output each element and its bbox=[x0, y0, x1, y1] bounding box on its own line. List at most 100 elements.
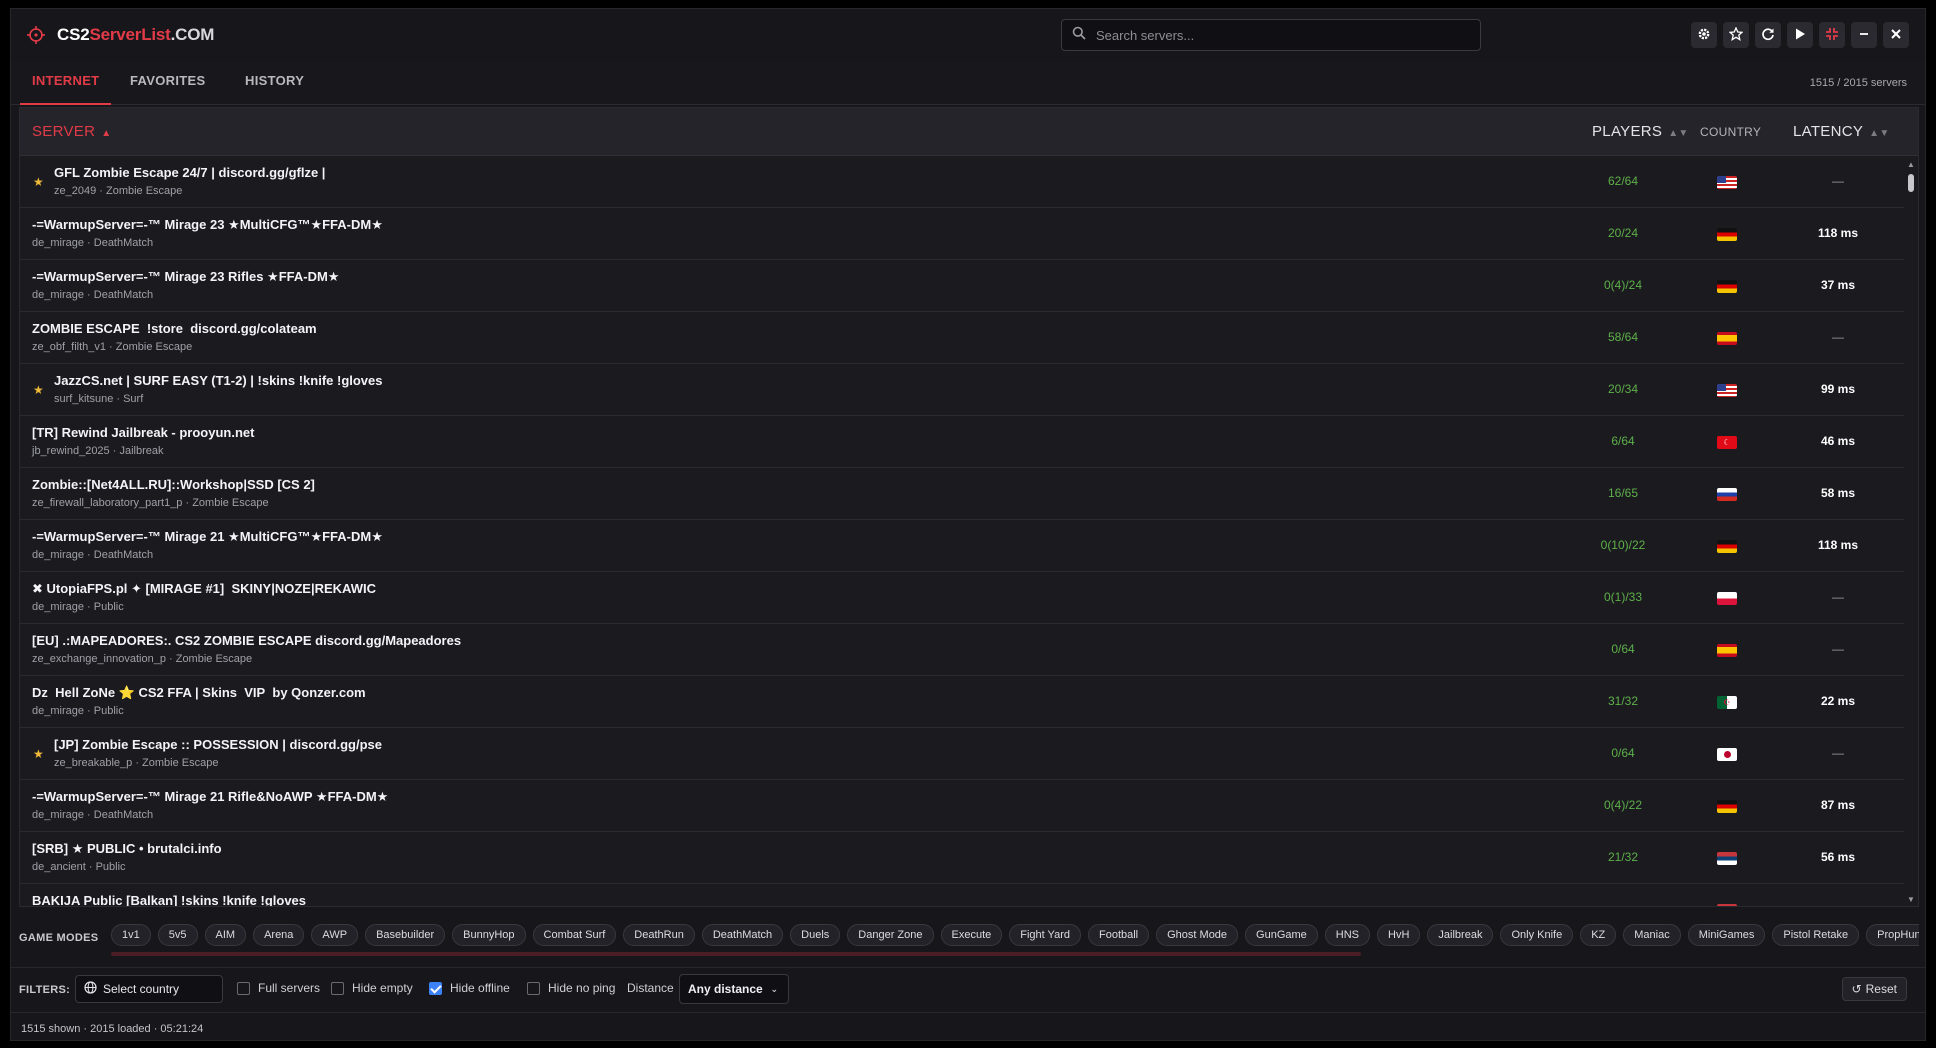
minimize-button[interactable] bbox=[1851, 22, 1877, 48]
game-mode-chip[interactable]: DeathMatch bbox=[701, 924, 784, 946]
latency-value: — bbox=[1832, 590, 1844, 604]
favorite-star-icon[interactable]: ★ bbox=[33, 383, 44, 397]
table-row[interactable]: [SRB] ★ PUBLIC • brutalci.info de_ancient… bbox=[20, 832, 1904, 884]
checkbox-label: Hide empty bbox=[352, 981, 413, 995]
close-button[interactable] bbox=[1883, 22, 1909, 48]
table-row[interactable]: BAKIJA Public [Balkan] !skins !knife !gl… bbox=[20, 884, 1904, 906]
game-mode-chip[interactable]: AIM bbox=[204, 924, 247, 946]
server-map-mode: de_mirage · DeathMatch bbox=[32, 237, 154, 249]
distance-label: Distance bbox=[627, 981, 674, 995]
checkbox[interactable] bbox=[237, 981, 250, 995]
game-mode-chip[interactable]: AWP bbox=[311, 924, 359, 946]
game-mode-chip[interactable]: Football bbox=[1087, 924, 1150, 946]
country-select[interactable]: Select country bbox=[75, 975, 223, 1003]
server-name: -=WarmupServer=-™ Mirage 21 Rifle&NoAWP … bbox=[32, 789, 389, 804]
game-mode-chip[interactable]: Only Knife bbox=[1500, 924, 1574, 946]
game-mode-chip[interactable]: GunGame bbox=[1245, 924, 1318, 946]
checkbox[interactable] bbox=[331, 981, 344, 995]
game-mode-chip[interactable]: 1v1 bbox=[111, 924, 151, 946]
game-modes-bar: GAME MODES 1v1 5v5 AIM Arena AWP Basebuilder B… bbox=[11, 914, 1925, 964]
column-header-players[interactable]: PLAYERS ▲▼ bbox=[1592, 123, 1689, 140]
table-scrollbar[interactable]: ▲ ▼ bbox=[1904, 156, 1918, 906]
settings-button[interactable] bbox=[1691, 22, 1717, 48]
table-row[interactable]: ZOMBIE ESCAPE !store discord.gg/colateam… bbox=[20, 312, 1904, 364]
game-mode-chip[interactable]: Fight Yard bbox=[1009, 924, 1081, 946]
table-row[interactable]: [EU] .:MAPEADORES:. CS2 ZOMBIE ESCAPE di… bbox=[20, 624, 1904, 676]
distance-select[interactable]: Any distance ⌄ bbox=[679, 974, 789, 1004]
hide-offline-checkbox[interactable]: Hide offline bbox=[429, 981, 510, 995]
compress-button[interactable] bbox=[1819, 22, 1845, 48]
column-header-latency[interactable]: LATENCY ▲▼ bbox=[1793, 123, 1890, 140]
search-input[interactable] bbox=[1096, 27, 1466, 43]
table-row[interactable]: ★ [JP] Zombie Escape :: POSSESSION | disc… bbox=[20, 728, 1904, 780]
game-mode-chip[interactable]: Duels bbox=[790, 924, 841, 946]
checkbox-checked[interactable] bbox=[429, 981, 442, 995]
scroll-thumb[interactable] bbox=[1908, 174, 1914, 192]
player-count: 58/64 bbox=[1607, 330, 1639, 344]
search-box[interactable] bbox=[1061, 19, 1481, 51]
status-text: 1515 shown · 2015 loaded · 05:21:24 bbox=[21, 1023, 204, 1035]
game-mode-chip[interactable]: Basebuilder bbox=[365, 924, 446, 946]
latency-value: 118 ms bbox=[1817, 538, 1859, 552]
chips-scrollbar[interactable] bbox=[111, 952, 1361, 956]
player-count: 0(4)/22 bbox=[1603, 798, 1643, 812]
reset-icon: ↺ bbox=[1851, 982, 1862, 996]
logo[interactable]: CS2ServerList.COM bbox=[27, 25, 214, 45]
tab-favorites[interactable]: FAVORITES bbox=[118, 61, 217, 105]
column-header-country[interactable]: COUNTRY bbox=[1700, 125, 1761, 139]
game-mode-chip[interactable]: PropHunt bbox=[1866, 924, 1919, 946]
table-row[interactable]: [TR] Rewind Jailbreak - prooyun.net jb_re… bbox=[20, 416, 1904, 468]
game-mode-chip[interactable]: Danger Zone bbox=[847, 924, 934, 946]
table-row[interactable]: ★ GFL Zombie Escape 24/7 | discord.gg/gfl… bbox=[20, 156, 1904, 208]
game-mode-chip[interactable]: MiniGames bbox=[1687, 924, 1766, 946]
game-mode-chip[interactable]: DeathRun bbox=[623, 924, 695, 946]
refresh-button[interactable] bbox=[1755, 22, 1781, 48]
column-header-server[interactable]: SERVER ▲ bbox=[32, 123, 111, 140]
reset-label: Reset bbox=[1865, 982, 1897, 996]
game-mode-chip[interactable]: Ghost Mode bbox=[1156, 924, 1239, 946]
table-row[interactable]: Dz Hell ZoNe ⭐ CS2 FFA | Skins VIP by Qo… bbox=[20, 676, 1904, 728]
game-modes-label: GAME MODES bbox=[19, 932, 99, 944]
game-mode-chip[interactable]: 5v5 bbox=[157, 924, 198, 946]
game-mode-chip[interactable]: BunnyHop bbox=[452, 924, 526, 946]
tab-internet[interactable]: INTERNET bbox=[20, 61, 112, 105]
game-mode-chip[interactable]: Jailbreak bbox=[1427, 924, 1494, 946]
scroll-down-icon[interactable]: ▼ bbox=[1907, 895, 1915, 904]
game-mode-chip[interactable]: Arena bbox=[253, 924, 305, 946]
checkbox[interactable] bbox=[527, 981, 540, 995]
favorite-star-icon[interactable]: ★ bbox=[33, 747, 44, 761]
latency-value: 37 ms bbox=[1820, 278, 1856, 292]
game-mode-chip[interactable]: Pistol Retake bbox=[1772, 924, 1860, 946]
table-row[interactable]: Zombie::[Net4ALL.RU]::Workshop|SSD [CS 2… bbox=[20, 468, 1904, 520]
table-row[interactable]: -=WarmupServer=-™ Mirage 23 Rifles ★FFA-… bbox=[20, 260, 1904, 312]
country-flag-icon bbox=[1717, 176, 1737, 189]
play-button[interactable] bbox=[1787, 22, 1813, 48]
title-bar: CS2ServerList.COM bbox=[11, 9, 1925, 61]
server-name: -=WarmupServer=-™ Mirage 23 Rifles ★FFA-… bbox=[32, 269, 340, 284]
favorite-star-icon[interactable]: ★ bbox=[33, 175, 44, 189]
tab-history[interactable]: HISTORY bbox=[233, 61, 316, 105]
latency-value: — bbox=[1832, 174, 1844, 188]
game-mode-chip[interactable]: Combat Surf bbox=[532, 924, 617, 946]
game-mode-chip[interactable]: HvH bbox=[1377, 924, 1421, 946]
country-flag-icon bbox=[1717, 488, 1737, 501]
reset-button[interactable]: ↺ Reset bbox=[1841, 977, 1907, 1001]
latency-value: 58 ms bbox=[1820, 486, 1856, 500]
game-mode-chip[interactable]: HNS bbox=[1324, 924, 1371, 946]
hide-empty-checkbox[interactable]: Hide empty bbox=[331, 981, 413, 995]
game-mode-chip[interactable]: Maniac bbox=[1623, 924, 1681, 946]
table-row[interactable]: ✖ UtopiaFPS.pl ✦ [MIRAGE #1] SKINY|NOZE|… bbox=[20, 572, 1904, 624]
table-row[interactable]: ★ JazzCS.net | SURF EASY (T1-2) | !skins … bbox=[20, 364, 1904, 416]
scroll-up-icon[interactable]: ▲ bbox=[1907, 160, 1915, 169]
country-flag-icon bbox=[1717, 852, 1737, 865]
latency-value: — bbox=[1832, 642, 1844, 656]
table-row[interactable]: -=WarmupServer=-™ Mirage 21 ★MultiCFG™★F… bbox=[20, 520, 1904, 572]
hide-no-ping-checkbox[interactable]: Hide no ping bbox=[527, 981, 615, 995]
table-row[interactable]: -=WarmupServer=-™ Mirage 21 Rifle&NoAWP … bbox=[20, 780, 1904, 832]
full-servers-checkbox[interactable]: Full servers bbox=[237, 981, 320, 995]
game-mode-chip[interactable]: Execute bbox=[940, 924, 1003, 946]
table-row[interactable]: -=WarmupServer=-™ Mirage 23 ★MultiCFG™★F… bbox=[20, 208, 1904, 260]
game-mode-chip[interactable]: KZ bbox=[1580, 924, 1617, 946]
server-map-mode: jb_rewind_2025 · Jailbreak bbox=[32, 445, 164, 457]
favorites-button[interactable] bbox=[1723, 22, 1749, 48]
